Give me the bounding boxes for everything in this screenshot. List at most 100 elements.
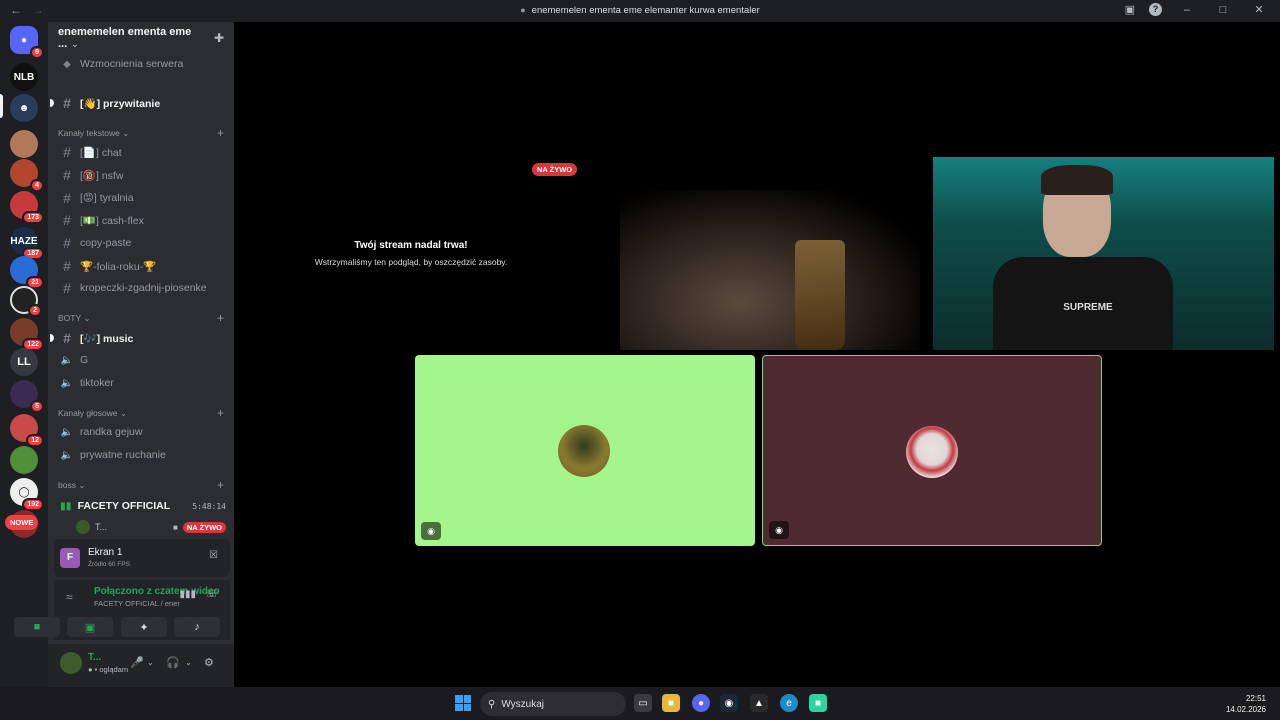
help-icon[interactable]: ? bbox=[1149, 3, 1162, 16]
disconnect-icon[interactable]: ☏ bbox=[205, 589, 218, 600]
signal-icon: ≈ bbox=[66, 590, 73, 604]
avatar bbox=[906, 426, 958, 478]
server-icon-12[interactable] bbox=[10, 446, 38, 474]
stream-preview-video[interactable] bbox=[620, 190, 920, 350]
gear-icon[interactable]: ⚙ bbox=[204, 656, 214, 669]
channel-copy-paste[interactable]: # copy-paste bbox=[56, 233, 226, 253]
voice-participant[interactable]: T... ■ NA ŻYWO bbox=[76, 518, 226, 536]
minimize-button[interactable]: – bbox=[1176, 4, 1198, 16]
soundboard-icon: ♪ bbox=[194, 621, 200, 633]
soundboard-button[interactable]: ♪ bbox=[174, 617, 220, 637]
file-explorer-icon[interactable]: ■ bbox=[662, 694, 680, 712]
category-bots[interactable]: BOTY ⌄ + bbox=[58, 311, 224, 325]
channel-nsfw[interactable]: # [🔞] nsfw bbox=[56, 165, 226, 185]
steam-icon[interactable]: ◉ bbox=[720, 694, 738, 712]
windows-start-icon[interactable] bbox=[455, 695, 471, 711]
server-icon-active[interactable]: ☻ bbox=[10, 94, 38, 122]
server-header[interactable]: enememelen ementa eme ... ⌄ ✚ bbox=[48, 22, 234, 54]
chevron-down-icon[interactable]: ⌄ bbox=[185, 658, 192, 667]
participant-tile-1[interactable]: ◉ bbox=[415, 355, 755, 546]
unread-indicator bbox=[50, 334, 54, 342]
add-channel-icon[interactable]: + bbox=[217, 311, 224, 325]
webcam-tile[interactable]: SUPREME bbox=[933, 157, 1274, 350]
screen-share-button[interactable]: ▣ bbox=[67, 617, 113, 637]
voice-channel-prywatne[interactable]: 🔈 prywatne ruchanie bbox=[56, 445, 226, 465]
maximize-button[interactable]: □ bbox=[1212, 4, 1234, 16]
category-boss[interactable]: boss ⌄ + bbox=[58, 478, 224, 492]
server-icon-2[interactable] bbox=[10, 130, 38, 158]
inbox-icon[interactable]: ▣ bbox=[1125, 3, 1135, 16]
server-icon-11[interactable]: 12 bbox=[10, 414, 44, 447]
watch-stream-icon[interactable]: ◉ bbox=[421, 522, 441, 540]
noise-suppression-icon[interactable]: ▮▮▮ bbox=[179, 589, 196, 600]
headphones-icon[interactable]: 🎧 bbox=[166, 656, 180, 669]
camera-button[interactable]: ■ bbox=[14, 617, 60, 637]
add-channel-icon[interactable]: + bbox=[217, 126, 224, 140]
channel-folia-roku[interactable]: # 🏆-folia-roku-🏆 bbox=[56, 256, 226, 276]
server-icon-10[interactable]: 5 bbox=[10, 380, 44, 413]
category-text-channels[interactable]: Kanały tekstowe ⌄ + bbox=[58, 126, 224, 140]
hash-icon: # bbox=[63, 212, 71, 228]
close-button[interactable]: ✕ bbox=[1248, 3, 1270, 16]
username[interactable]: T... bbox=[88, 652, 101, 663]
user-status: ● • oglądam bbox=[88, 665, 129, 674]
server-icon-nlb[interactable]: NLB bbox=[10, 63, 38, 91]
task-view-icon[interactable]: ▭ bbox=[634, 694, 652, 712]
shirt-print: SUPREME bbox=[1063, 302, 1113, 313]
channel-chat[interactable]: # [📄] chat bbox=[56, 142, 226, 162]
speaker-icon: 🔈 bbox=[60, 354, 74, 366]
server-icon-4[interactable]: 173 bbox=[10, 191, 44, 224]
channel-music[interactable]: # [🎶] music bbox=[50, 328, 226, 348]
server-icon-6[interactable]: 21 bbox=[10, 256, 44, 289]
server-icon-3[interactable]: 4 bbox=[10, 159, 44, 192]
discord-taskbar-icon[interactable]: ● bbox=[692, 694, 710, 712]
channel-przywitanie[interactable]: # [👋] przywitanie bbox=[50, 93, 226, 113]
window-title: ● enememelen ementa eme elemanter kurwa … bbox=[520, 5, 760, 16]
server-badge: 192 bbox=[22, 498, 44, 511]
channel-cash-flex[interactable]: # [💵] cash-flex bbox=[56, 210, 226, 230]
activities-button[interactable]: ✦ bbox=[121, 617, 167, 637]
connection-location[interactable]: FACETY OFFICIAL / enememelen e... bbox=[94, 599, 180, 608]
activity-icon[interactable]: ◉ bbox=[769, 521, 789, 539]
server-boosts[interactable]: ◆ Wzmocnienia serwera bbox=[56, 54, 226, 74]
video-stage bbox=[234, 22, 1280, 687]
new-unreads-pill[interactable]: NOWE bbox=[5, 515, 39, 530]
game-launcher-icon[interactable]: ▲ bbox=[750, 694, 768, 712]
server-icon-13[interactable]: ◯ 192 bbox=[10, 478, 44, 511]
voice-channel-facety-official[interactable]: ▮▮ FACETY OFFICIAL 5:48:14 bbox=[56, 496, 226, 516]
windows-taskbar: ⚲ Wyszukaj ▭ ■ ● ◉ ▲ e ■ 22:51 14.02.202… bbox=[0, 687, 1280, 720]
stop-stream-icon[interactable]: ☒ bbox=[209, 550, 218, 561]
server-badge: 12 bbox=[26, 434, 44, 447]
add-channel-icon[interactable]: + bbox=[217, 406, 224, 420]
server-icon-haze[interactable]: HAZE 187 bbox=[10, 227, 44, 260]
voice-channel-randka[interactable]: 🔈 randka gejuw bbox=[56, 422, 226, 442]
hash-icon: # bbox=[63, 258, 71, 274]
category-voice-channels[interactable]: Kanały głosowe ⌄ + bbox=[58, 406, 224, 420]
server-icon-ll[interactable]: LL bbox=[10, 348, 38, 376]
server-rail: ● 9 NLB ☻ 4 173 HAZE 187 21 2 122 LL 5 12… bbox=[0, 22, 48, 687]
boost-icon: ◆ bbox=[63, 58, 71, 70]
direct-messages-button[interactable]: ● 9 bbox=[10, 26, 44, 59]
microphone-icon[interactable]: 🎤 bbox=[130, 656, 144, 669]
chevron-down-icon[interactable]: ⌄ bbox=[147, 658, 154, 667]
taskbar-search[interactable]: ⚲ Wyszukaj bbox=[480, 692, 626, 716]
hash-icon: # bbox=[63, 190, 71, 206]
search-icon: ⚲ bbox=[488, 698, 496, 710]
system-clock[interactable]: 22:51 14.02.2026 bbox=[1226, 693, 1266, 715]
voice-channel-tiktoker[interactable]: 🔈 tiktoker bbox=[56, 373, 226, 393]
speaker-icon: 🔈 bbox=[60, 426, 74, 438]
app-icon[interactable]: ■ bbox=[809, 694, 827, 712]
invite-people-icon[interactable]: ✚ bbox=[214, 31, 224, 45]
participant-tile-2[interactable]: ◉ bbox=[762, 355, 1102, 546]
voice-channel-g[interactable]: 🔈 G bbox=[56, 350, 226, 370]
add-channel-icon[interactable]: + bbox=[217, 478, 224, 492]
connection-status[interactable]: Połączono z czatem wideo bbox=[94, 586, 220, 597]
server-icon-8[interactable]: 122 bbox=[10, 318, 44, 351]
avatar[interactable] bbox=[60, 652, 82, 674]
server-letter-avatar: F bbox=[60, 548, 80, 568]
channel-tyralnia[interactable]: # [😡] tyralnia bbox=[56, 188, 226, 208]
avatar bbox=[558, 425, 610, 477]
edge-browser-icon[interactable]: e bbox=[780, 694, 798, 712]
channel-kropeczki[interactable]: # kropeczki-zgadnij-piosenke bbox=[56, 278, 226, 298]
server-icon-7[interactable]: 2 bbox=[10, 286, 42, 317]
